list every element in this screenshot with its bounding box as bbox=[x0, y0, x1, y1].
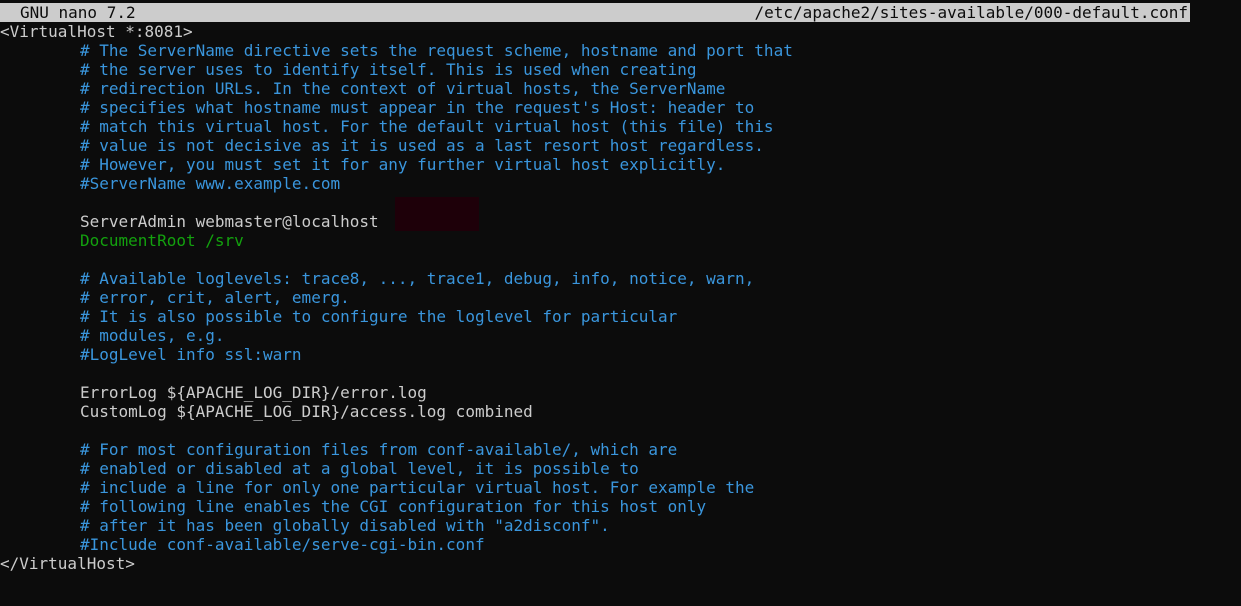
editor-line[interactable]: # after it has been globally disabled wi… bbox=[0, 516, 1241, 535]
server-admin-text: ServerAdmin webmaster@localhost bbox=[80, 212, 379, 231]
editor-line[interactable]: # redirection URLs. In the context of vi… bbox=[0, 79, 1241, 98]
editor-line-blank[interactable] bbox=[0, 193, 1241, 212]
editor-line[interactable]: </VirtualHost> bbox=[0, 554, 1241, 573]
editor-line[interactable]: # Available loglevels: trace8, ..., trac… bbox=[0, 269, 1241, 288]
editor-line[interactable]: # For most configuration files from conf… bbox=[0, 440, 1241, 459]
editor-line[interactable]: CustomLog ${APACHE_LOG_DIR}/access.log c… bbox=[0, 402, 1241, 421]
editor-line[interactable]: # modules, e.g. bbox=[0, 326, 1241, 345]
editor-line[interactable]: # specifies what hostname must appear in… bbox=[0, 98, 1241, 117]
terminal-window: GNU nano 7.2 /etc/apache2/sites-availabl… bbox=[0, 0, 1241, 606]
editor-line[interactable]: # error, crit, alert, emerg. bbox=[0, 288, 1241, 307]
editor-line[interactable]: # include a line for only one particular… bbox=[0, 478, 1241, 497]
editor-line[interactable]: # the server uses to identify itself. Th… bbox=[0, 60, 1241, 79]
editor-line-blank[interactable] bbox=[0, 364, 1241, 383]
editor-line[interactable]: # enabled or disabled at a global level,… bbox=[0, 459, 1241, 478]
app-title: GNU nano 7.2 bbox=[20, 3, 136, 22]
editor-line[interactable]: # match this virtual host. For the defau… bbox=[0, 117, 1241, 136]
editor-line[interactable]: # It is also possible to configure the l… bbox=[0, 307, 1241, 326]
file-path: /etc/apache2/sites-available/000-default… bbox=[754, 3, 1188, 22]
editor-line[interactable]: ServerAdmin webmaster@localhost bbox=[0, 197, 1241, 231]
editor-line[interactable]: #LogLevel info ssl:warn bbox=[0, 345, 1241, 364]
editor-line[interactable]: # However, you must set it for any furth… bbox=[0, 155, 1241, 174]
editor-line-highlighted[interactable]: DocumentRoot /srv bbox=[0, 231, 1241, 250]
editor-line-blank[interactable] bbox=[0, 421, 1241, 440]
editor-buffer[interactable]: <VirtualHost *:8081> # The ServerName di… bbox=[0, 22, 1241, 573]
editor-line[interactable]: # value is not decisive as it is used as… bbox=[0, 136, 1241, 155]
editor-line[interactable]: # The ServerName directive sets the requ… bbox=[0, 41, 1241, 60]
editor-line[interactable]: <VirtualHost *:8081> bbox=[0, 22, 1241, 41]
editor-line[interactable]: ErrorLog ${APACHE_LOG_DIR}/error.log bbox=[0, 383, 1241, 402]
editor-line[interactable]: # following line enables the CGI configu… bbox=[0, 497, 1241, 516]
nano-title-bar: GNU nano 7.2 /etc/apache2/sites-availabl… bbox=[0, 3, 1190, 22]
redacted-block bbox=[394, 197, 479, 231]
editor-line[interactable]: #Include conf-available/serve-cgi-bin.co… bbox=[0, 535, 1241, 554]
editor-line-blank[interactable] bbox=[0, 250, 1241, 269]
editor-line[interactable]: #ServerName www.example.com bbox=[0, 174, 1241, 193]
